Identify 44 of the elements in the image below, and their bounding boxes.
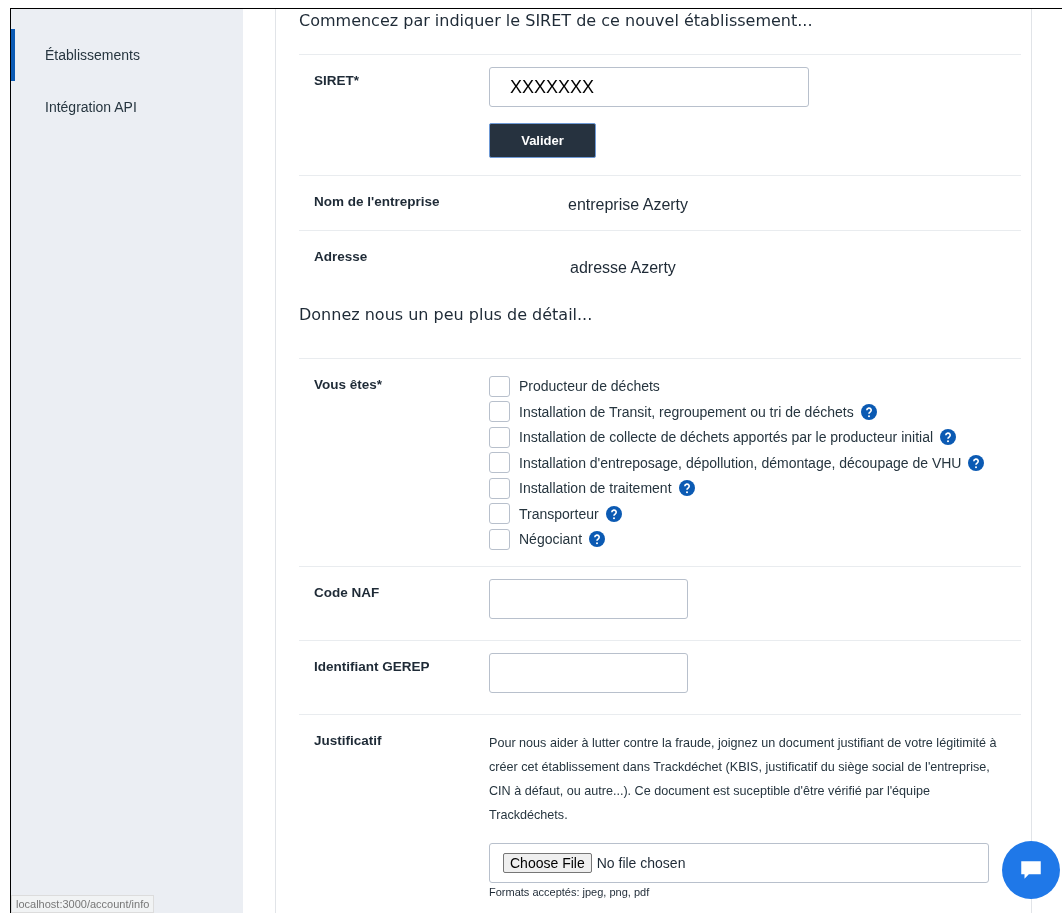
company-name-value: entreprise Azerty <box>567 195 689 215</box>
file-input[interactable]: Choose File No file chosen <box>489 843 989 883</box>
help-icon[interactable] <box>678 480 695 497</box>
checkbox-label: Négociant <box>519 531 583 548</box>
field-label: Adresse <box>314 248 369 266</box>
checkbox-label: Installation de Transit, regroupement ou tri de déchets <box>519 403 854 420</box>
checkbox-label: Installation de traitement <box>519 480 672 497</box>
file-status: No file chosen <box>596 855 686 871</box>
help-icon[interactable] <box>605 505 622 522</box>
sidebar-item[interactable]: Intégration API <box>11 81 243 133</box>
field-label: Code NAF <box>314 584 381 602</box>
checkbox[interactable] <box>489 426 510 448</box>
checkbox[interactable] <box>489 503 510 525</box>
status-bar-url: localhost:3000/account/info <box>11 895 155 913</box>
naf-input[interactable] <box>489 579 688 619</box>
section-heading: Donnez nous un peu plus de détail... <box>299 304 594 326</box>
section-heading: Commencez par indiquer le SIRET de ce nouvel établissement... <box>299 10 814 32</box>
field-label: Justificatif <box>314 732 383 750</box>
checkbox-label: Installation de collecte de déchets apportés par le producteur initial <box>519 429 934 446</box>
checkbox[interactable] <box>489 401 510 423</box>
checkbox[interactable] <box>489 528 510 550</box>
field-label: Vous êtes* <box>314 376 384 394</box>
checkbox-label: Producteur de déchets <box>519 378 660 395</box>
chat-button[interactable] <box>1002 841 1060 899</box>
choose-file-button[interactable]: Choose File <box>503 853 592 873</box>
field-label: Identifiant GEREP <box>314 658 431 676</box>
validate-button[interactable]: Valider <box>489 123 596 158</box>
checkbox[interactable] <box>489 452 510 474</box>
checkbox-label: Installation d'entreposage, dépollution, démontage, découpage de VHU <box>519 454 962 471</box>
gerep-input[interactable] <box>489 653 688 693</box>
help-icon[interactable] <box>968 454 985 471</box>
checkbox[interactable] <box>489 375 510 397</box>
field-label: SIRET* <box>314 72 360 90</box>
formats-hint: Formats acceptés: jpeg, png, pdf <box>489 886 651 898</box>
siret-input[interactable]: XXXXXXX <box>489 67 809 107</box>
sidebar-item[interactable]: Établissements <box>11 29 243 81</box>
help-icon[interactable] <box>589 531 606 548</box>
help-icon[interactable] <box>860 403 877 420</box>
checkbox-label: Transporteur <box>519 505 599 522</box>
proof-description: Pour nous aider à lutter contre la fraude, joignez un document justifiant de votre légitimité à créer cet établissement dans Trackdéchet (KBIS, justificatif du siège social de l'entreprise, CIN à défaut, ou autre...). Ce document est suceptible d'être vérifié par l'équipe Trackdéchets. <box>489 735 998 824</box>
help-icon[interactable] <box>940 429 957 446</box>
address-value: adresse Azerty <box>569 258 676 278</box>
field-label: Nom de l'entreprise <box>314 193 441 211</box>
checkbox[interactable] <box>489 477 510 499</box>
